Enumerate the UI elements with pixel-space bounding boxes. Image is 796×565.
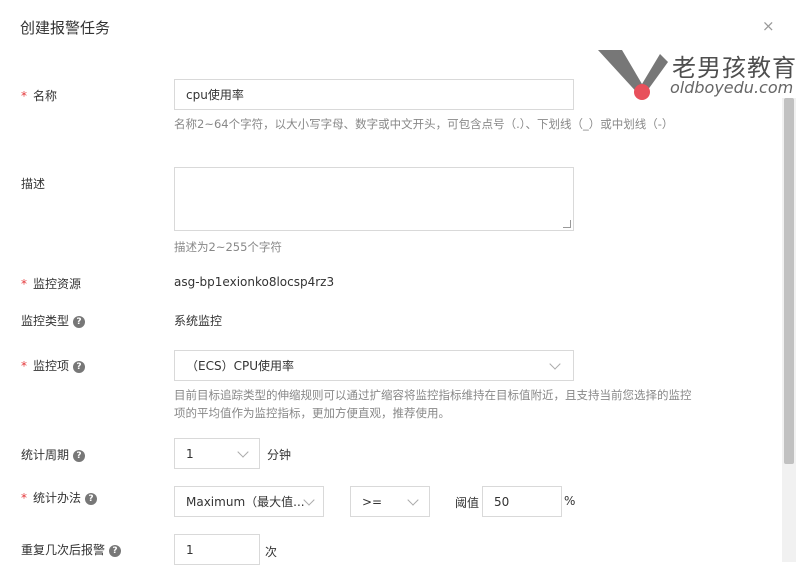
scrollbar-thumb[interactable] bbox=[784, 98, 794, 464]
monitor-item-select[interactable]: （ECS）CPU使用率 bbox=[174, 350, 574, 381]
threshold-label: 阈值 bbox=[455, 496, 480, 510]
monitor-type-label: 监控类型? bbox=[21, 312, 86, 329]
repeat-input[interactable]: 1 bbox=[174, 534, 260, 565]
chevron-down-icon bbox=[303, 494, 315, 506]
watermark-logo-icon bbox=[598, 50, 668, 100]
watermark-url: oldboyedu.com bbox=[670, 78, 794, 97]
name-input[interactable]: cpu使用率 bbox=[174, 79, 574, 110]
monitor-item-hint: 目前目标追踪类型的伸缩规则可以通过扩缩容将监控指标维持在目标值附近，且支持当前您… bbox=[174, 388, 692, 420]
help-icon[interactable]: ? bbox=[73, 316, 86, 328]
description-label: 描述 bbox=[21, 177, 46, 191]
monitor-item-label: * 监控项? bbox=[21, 357, 86, 374]
scrollbar[interactable] bbox=[782, 98, 796, 562]
help-icon[interactable]: ? bbox=[73, 450, 86, 462]
help-icon[interactable]: ? bbox=[73, 361, 86, 373]
repeat-unit: 次 bbox=[265, 545, 278, 559]
name-label: * 名称 bbox=[21, 89, 58, 103]
name-hint: 名称2~64个字符，以大小写字母、数字或中文开头，可包含点号（.）、下划线（_）… bbox=[174, 117, 674, 131]
help-icon[interactable]: ? bbox=[109, 545, 122, 557]
period-unit: 分钟 bbox=[267, 448, 292, 462]
close-icon[interactable]: × bbox=[762, 17, 775, 35]
chevron-down-icon bbox=[549, 358, 561, 370]
operator-select[interactable]: >= bbox=[350, 486, 430, 517]
required-mark: * bbox=[21, 89, 27, 103]
threshold-unit: % bbox=[564, 494, 576, 508]
help-icon[interactable]: ? bbox=[85, 493, 98, 505]
required-mark: * bbox=[21, 491, 27, 505]
resource-value: asg-bp1exionko8locsp4rz3 bbox=[174, 275, 335, 289]
resize-handle-icon[interactable] bbox=[563, 220, 571, 228]
period-label: 统计周期? bbox=[21, 446, 86, 463]
method-select[interactable]: Maximum（最大值... bbox=[174, 486, 324, 517]
description-textarea[interactable] bbox=[174, 167, 574, 231]
threshold-input[interactable]: 50 bbox=[482, 486, 562, 517]
watermark: 老男孩教育 oldboyedu.com bbox=[596, 48, 796, 104]
chevron-down-icon bbox=[237, 446, 249, 458]
required-mark: * bbox=[21, 277, 27, 291]
repeat-label: 重复几次后报警? bbox=[21, 541, 122, 558]
monitor-type-value: 系统监控 bbox=[174, 314, 223, 328]
required-mark: * bbox=[21, 359, 27, 373]
period-select[interactable]: 1 bbox=[174, 438, 260, 469]
chevron-down-icon bbox=[407, 494, 419, 506]
description-hint: 描述为2~255个字符 bbox=[174, 240, 282, 254]
method-label: * 统计办法? bbox=[21, 489, 98, 506]
resource-label: * 监控资源 bbox=[21, 277, 82, 291]
dialog-title: 创建报警任务 bbox=[20, 19, 111, 37]
